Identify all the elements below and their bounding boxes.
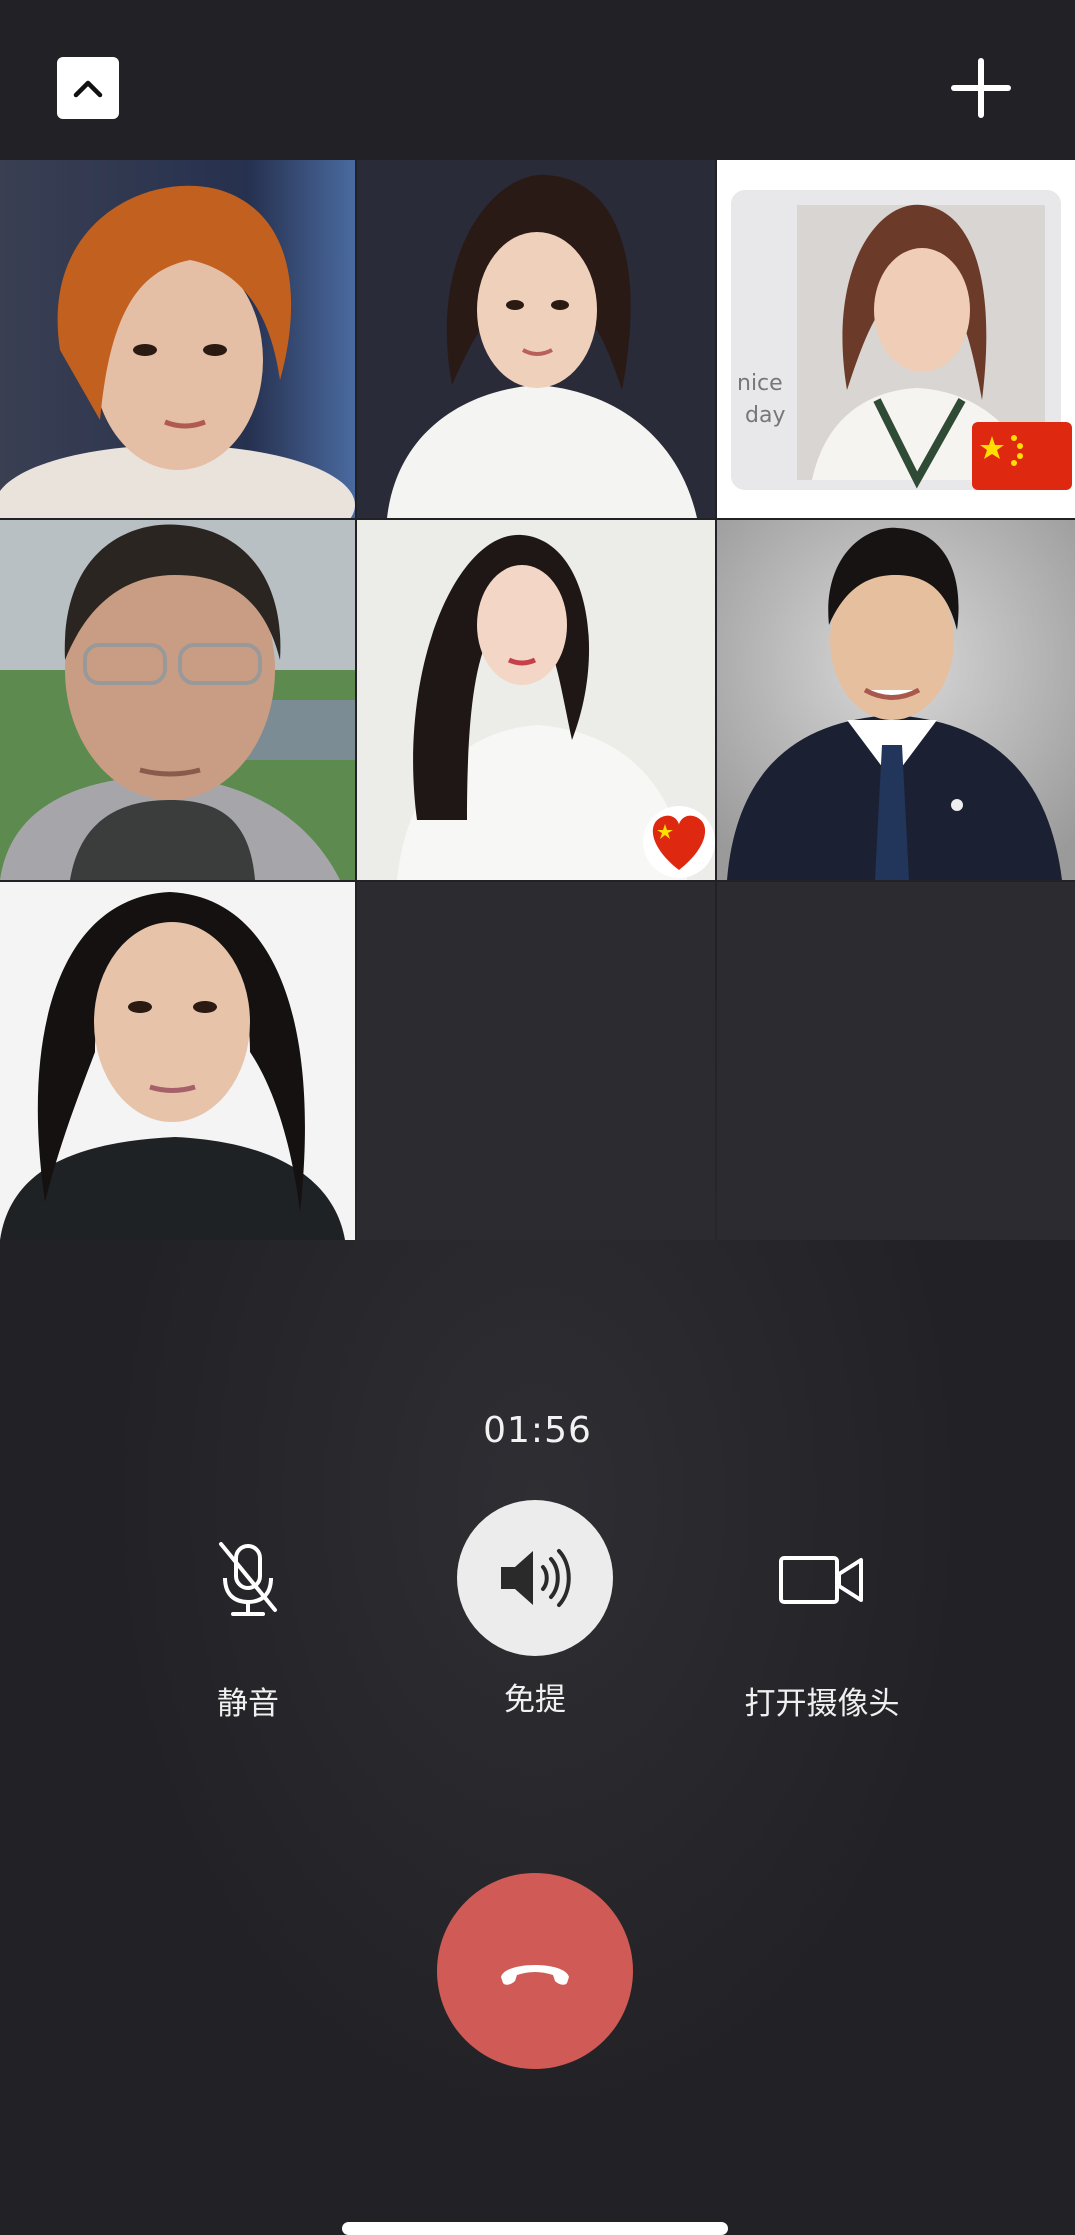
participant-video-6[interactable] xyxy=(717,520,1075,880)
home-indicator[interactable] xyxy=(342,2222,728,2235)
participant-3-portrait: nice day xyxy=(717,160,1075,518)
participant-1-portrait xyxy=(0,160,355,518)
empty-slot-9 xyxy=(717,882,1075,1240)
china-flag-heart-icon xyxy=(643,806,715,878)
speaker-label: 免提 xyxy=(504,1682,566,1718)
call-timer: 01:56 xyxy=(483,1410,592,1451)
camera-button[interactable] xyxy=(742,1500,902,1660)
china-flag-icon xyxy=(972,422,1072,490)
speaker-icon xyxy=(501,1549,571,1607)
participant-video-5[interactable] xyxy=(357,520,715,880)
speaker-button[interactable] xyxy=(457,1500,613,1656)
camera-control[interactable]: 打开摄像头 xyxy=(712,1500,932,1723)
microphone-muted-icon xyxy=(219,1542,277,1616)
participant-2-portrait xyxy=(357,160,715,518)
participant-video-4[interactable] xyxy=(0,520,355,880)
participant-grid: nice day xyxy=(0,160,1075,1240)
mute-label: 静音 xyxy=(217,1686,279,1722)
video-camera-icon xyxy=(779,1556,863,1604)
speaker-control[interactable]: 免提 xyxy=(425,1500,645,1719)
participant-video-3[interactable]: nice day xyxy=(717,160,1075,518)
camera-label: 打开摄像头 xyxy=(744,1686,900,1722)
collapse-button[interactable] xyxy=(57,57,119,119)
hangup-button[interactable] xyxy=(437,1873,633,2069)
plus-icon xyxy=(951,58,1011,118)
mute-control[interactable]: 静音 xyxy=(138,1500,358,1723)
participant-4-portrait xyxy=(0,520,355,880)
participant-5-portrait xyxy=(357,520,715,880)
participant-video-2[interactable] xyxy=(357,160,715,518)
top-bar xyxy=(0,0,1075,160)
participant-7-portrait xyxy=(0,882,355,1240)
phone-hangup-icon xyxy=(501,1965,569,1985)
participant-6-portrait xyxy=(717,520,1075,880)
svg-text:nice: nice xyxy=(737,371,783,396)
chevron-up-icon xyxy=(73,80,103,98)
participant-video-7[interactable] xyxy=(0,882,355,1240)
mute-button[interactable] xyxy=(168,1500,328,1660)
participant-video-1[interactable] xyxy=(0,160,355,518)
svg-text:day: day xyxy=(745,403,785,428)
empty-slot-8 xyxy=(357,882,715,1240)
add-participant-button[interactable] xyxy=(950,57,1012,119)
